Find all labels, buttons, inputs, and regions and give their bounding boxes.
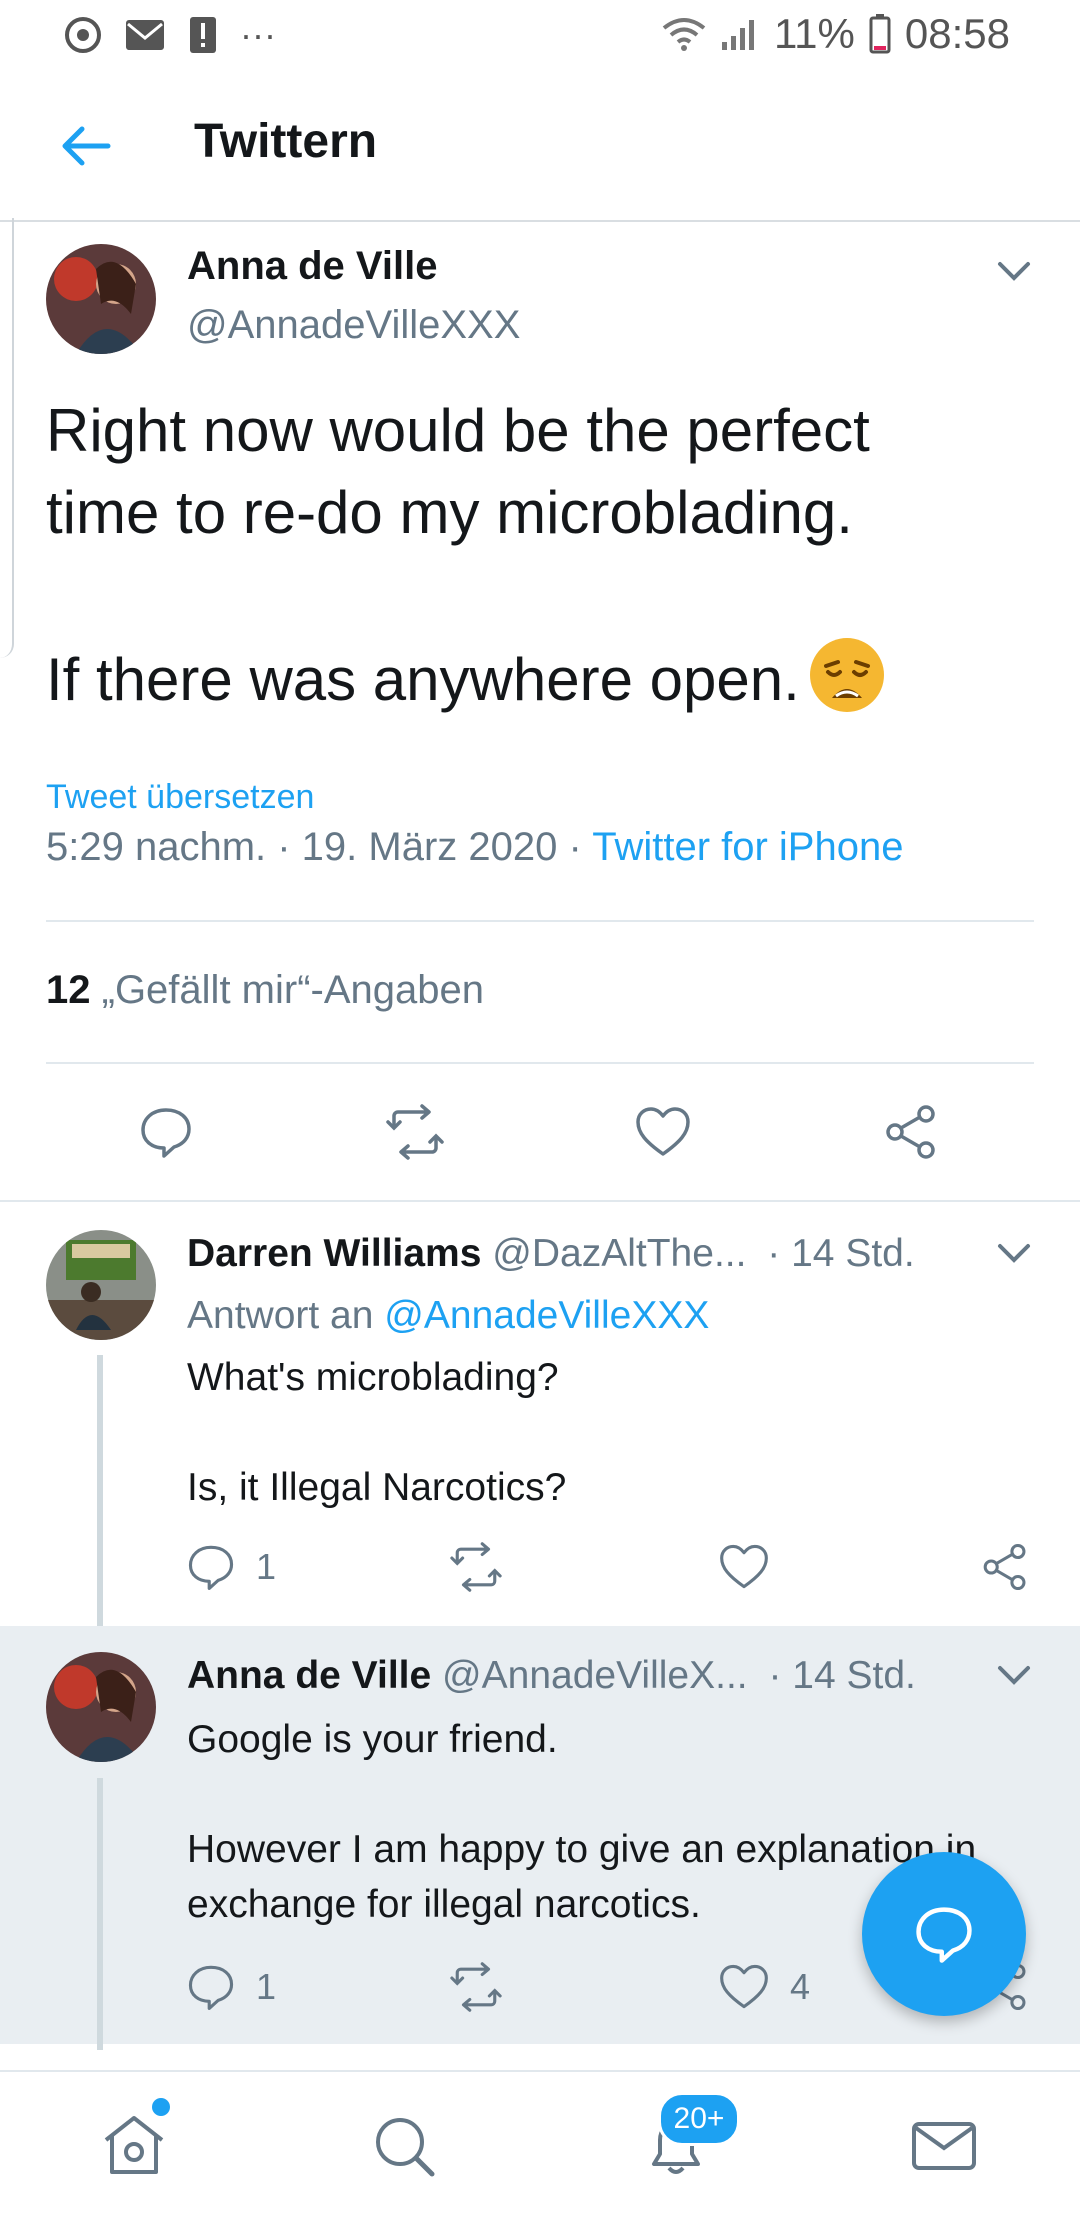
tweet-text: Right now would be the perfect time to r… <box>46 390 1006 721</box>
divider <box>0 1200 1080 1202</box>
notifications-badge: 20+ <box>658 2092 740 2146</box>
author-handle: @DazAltThe... <box>492 1232 747 1275</box>
retweet-button[interactable] <box>448 1962 504 2012</box>
tweet-text-body: Right now would be the perfect time to r… <box>46 397 870 713</box>
more-notifications: ··· <box>240 14 276 55</box>
share-icon <box>983 1543 1026 1591</box>
status-bar: ··· 11% 08:58 <box>0 0 1080 72</box>
heart-icon <box>636 1107 690 1156</box>
like-button[interactable] <box>718 1542 770 1592</box>
app-bar: Twittern <box>0 72 1080 222</box>
author-name: Anna de Ville <box>187 244 438 288</box>
reply-button[interactable]: 1 <box>186 1962 276 2012</box>
author-handle: @AnnadeVilleXXX <box>187 303 521 347</box>
source-link[interactable]: Twitter for iPhone <box>592 825 903 869</box>
messages-icon[interactable] <box>908 2110 980 2182</box>
tweet-meta: 5:29 nachm. · 19. März 2020 · Twitter fo… <box>46 825 903 870</box>
reply-count: 1 <box>256 1546 277 1587</box>
reply-time: · 14 Std. <box>768 1654 916 1697</box>
likes-summary[interactable]: 12 „Gefällt mir“-Angaben <box>46 968 484 1013</box>
compose-reply-button[interactable] <box>862 1852 1026 2016</box>
comment-icon <box>188 1545 234 1590</box>
divider <box>46 920 1034 922</box>
author-name: Anna de Ville <box>187 1654 432 1697</box>
reply-header: Anna de Ville @AnnadeVilleX... · 14 Std. <box>187 1654 916 1698</box>
thread-line <box>97 1355 103 1635</box>
reply-header: Darren Williams @DazAltThe... · 14 Std. <box>187 1232 915 1276</box>
search-icon[interactable] <box>368 2110 440 2182</box>
reply-count: 1 <box>256 1966 277 2007</box>
battery-percent: 11% <box>773 10 855 57</box>
heart-icon <box>720 1544 768 1589</box>
thread-line <box>97 1778 103 2050</box>
reply-time: · 14 Std. <box>767 1232 915 1275</box>
timestamp: 5:29 nachm. · 19. März 2020 · <box>46 825 582 869</box>
share-button[interactable] <box>882 1104 940 1160</box>
comment-icon <box>188 1965 234 2010</box>
home-icon[interactable] <box>98 2110 170 2182</box>
main-tweet-actions <box>0 1080 1080 1180</box>
reply-prefix: Antwort an <box>187 1294 374 1337</box>
like-button[interactable]: 4 <box>718 1962 810 2012</box>
avatar[interactable] <box>46 1230 156 1340</box>
divider <box>46 1062 1034 1064</box>
chevron-down-icon[interactable] <box>992 1652 1036 1696</box>
reply-to-link[interactable]: @AnnadeVilleXXX <box>384 1294 709 1337</box>
page-title: Twittern <box>194 115 378 168</box>
new-content-dot <box>152 2098 170 2116</box>
avatar[interactable] <box>46 1652 156 1762</box>
retweet-icon <box>450 1542 502 1592</box>
bottom-nav <box>0 2070 1080 2222</box>
mail-icon <box>126 20 164 50</box>
retweet-icon <box>450 1962 502 2012</box>
heart-icon <box>720 1964 768 2009</box>
alert-icon <box>190 17 216 53</box>
avatar[interactable] <box>46 244 156 354</box>
clock: 08:58 <box>904 10 1010 57</box>
comment-icon <box>141 1108 191 1158</box>
retweet-icon <box>386 1104 444 1160</box>
likes-count: 12 <box>46 968 91 1012</box>
share-button[interactable] <box>980 1542 1030 1592</box>
author-name: Darren Williams <box>187 1232 482 1275</box>
chevron-down-icon[interactable] <box>992 1230 1036 1274</box>
reply-context: Antwort an @AnnadeVilleXXX <box>187 1294 709 1338</box>
reply-button[interactable] <box>138 1104 194 1160</box>
back-arrow-icon[interactable] <box>56 116 116 176</box>
reply-bubble-icon <box>916 1907 972 1963</box>
author-handle: @AnnadeVilleX... <box>442 1654 748 1697</box>
battery-icon <box>869 14 891 54</box>
reply-button[interactable]: 1 <box>186 1542 276 1592</box>
chrome-icon <box>65 17 101 53</box>
weary-face-emoji-icon <box>809 638 884 712</box>
chevron-down-icon[interactable] <box>992 248 1036 292</box>
share-icon <box>886 1105 935 1159</box>
like-count: 4 <box>790 1966 811 2007</box>
scroll-edge <box>0 218 14 658</box>
likes-label: „Gefällt mir“-Angaben <box>101 968 484 1012</box>
wifi-icon <box>662 18 706 51</box>
translate-link[interactable]: Tweet übersetzen <box>46 778 314 817</box>
like-button[interactable] <box>634 1104 692 1160</box>
retweet-button[interactable] <box>384 1104 446 1160</box>
reply-text: What's microblading? Is, it Illegal Narc… <box>187 1356 567 1509</box>
retweet-button[interactable] <box>448 1542 504 1592</box>
signal-icon <box>721 20 754 50</box>
